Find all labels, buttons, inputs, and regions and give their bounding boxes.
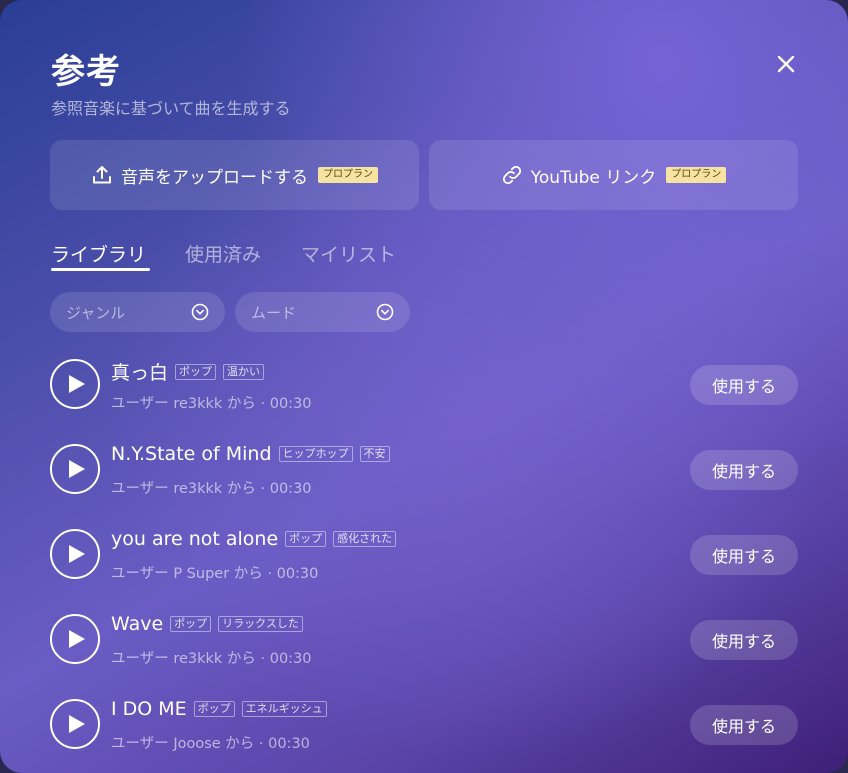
song-title: 真っ白 bbox=[111, 362, 169, 384]
play-icon bbox=[68, 715, 85, 733]
mood-select-label: ムード bbox=[251, 304, 297, 322]
song-title-line: you are not alone ポップ 感化された bbox=[111, 528, 397, 550]
youtube-link-button[interactable]: YouTube リンク プロプラン bbox=[429, 140, 798, 210]
play-button[interactable] bbox=[50, 614, 100, 664]
song-title-line: I DO ME ポップ エネルギッシュ bbox=[111, 698, 327, 720]
song-row: I DO ME ポップ エネルギッシュ ユーザー Jooose から · 00:… bbox=[0, 682, 848, 767]
genre-tag: ヒップホップ bbox=[278, 446, 353, 462]
play-button[interactable] bbox=[50, 529, 100, 579]
tab-library[interactable]: ライブラリ bbox=[51, 240, 146, 267]
link-icon bbox=[501, 164, 523, 186]
modal-title: 参考 bbox=[51, 52, 121, 92]
song-title: you are not alone bbox=[111, 528, 279, 550]
tab-used[interactable]: 使用済み bbox=[185, 240, 261, 267]
genre-select-label: ジャンル bbox=[66, 304, 126, 322]
song-meta: ユーザー re3kkk から · 00:30 bbox=[111, 651, 312, 667]
active-tab-indicator bbox=[51, 268, 150, 271]
mood-tag: 不安 bbox=[359, 446, 390, 462]
chevron-down-icon bbox=[191, 303, 209, 321]
use-button[interactable]: 使用する bbox=[690, 535, 798, 575]
upload-icon bbox=[91, 164, 113, 186]
reference-modal: 参考 参照音楽に基づいて曲を生成する 音声をアップロードする プロプラン You… bbox=[0, 0, 848, 773]
genre-tag: ポップ bbox=[170, 616, 212, 632]
song-meta: ユーザー P Super から · 00:30 bbox=[111, 566, 319, 582]
use-button[interactable]: 使用する bbox=[690, 620, 798, 660]
song-row: 真っ白 ポップ 温かい ユーザー re3kkk から · 00:30 使用する bbox=[0, 342, 848, 427]
use-button[interactable]: 使用する bbox=[690, 705, 798, 745]
pro-plan-badge: プロプラン bbox=[666, 167, 727, 183]
mood-tag: エネルギッシュ bbox=[241, 701, 327, 717]
song-title-line: N.Y.State of Mind ヒップホップ 不安 bbox=[111, 443, 390, 465]
upload-audio-label: 音声をアップロードする bbox=[121, 167, 308, 188]
chevron-down-icon bbox=[376, 303, 394, 321]
play-icon bbox=[68, 375, 85, 393]
song-meta: ユーザー Jooose から · 00:30 bbox=[111, 736, 310, 752]
genre-tag: ポップ bbox=[285, 531, 327, 547]
genre-select[interactable]: ジャンル bbox=[50, 292, 225, 332]
play-icon bbox=[68, 545, 85, 563]
youtube-link-label: YouTube リンク bbox=[530, 167, 657, 188]
upload-audio-button[interactable]: 音声をアップロードする プロプラン bbox=[50, 140, 419, 210]
play-button[interactable] bbox=[50, 359, 100, 409]
mood-tag: リラックスした bbox=[218, 616, 303, 632]
play-icon bbox=[68, 630, 85, 648]
modal-subtitle: 参照音楽に基づいて曲を生成する bbox=[51, 99, 291, 118]
genre-tag: ポップ bbox=[193, 701, 235, 717]
song-row: Wave ポップ リラックスした ユーザー re3kkk から · 00:30 … bbox=[0, 597, 848, 682]
song-meta: ユーザー re3kkk から · 00:30 bbox=[111, 481, 312, 497]
song-title-line: 真っ白 ポップ 温かい bbox=[111, 358, 265, 385]
song-row: N.Y.State of Mind ヒップホップ 不安 ユーザー re3kkk … bbox=[0, 427, 848, 512]
mood-tag: 温かい bbox=[223, 363, 265, 380]
play-icon bbox=[68, 460, 85, 478]
pro-plan-badge: プロプラン bbox=[318, 167, 378, 183]
song-title: N.Y.State of Mind bbox=[111, 443, 272, 465]
close-button[interactable] bbox=[770, 48, 802, 80]
song-title-line: Wave ポップ リラックスした bbox=[111, 613, 303, 635]
genre-tag: ポップ bbox=[175, 363, 217, 380]
use-button[interactable]: 使用する bbox=[690, 450, 798, 490]
mood-select[interactable]: ムード bbox=[235, 292, 410, 332]
tab-my-list[interactable]: マイリスト bbox=[301, 240, 396, 267]
song-meta: ユーザー re3kkk から · 00:30 bbox=[111, 396, 312, 412]
song-title: Wave bbox=[111, 613, 164, 635]
play-button[interactable] bbox=[50, 444, 100, 494]
mood-tag: 感化された bbox=[333, 531, 397, 547]
song-title: I DO ME bbox=[111, 698, 187, 720]
close-icon bbox=[777, 55, 795, 73]
play-button[interactable] bbox=[50, 699, 100, 749]
use-button[interactable]: 使用する bbox=[690, 365, 798, 405]
song-row: you are not alone ポップ 感化された ユーザー P Super… bbox=[0, 512, 848, 597]
